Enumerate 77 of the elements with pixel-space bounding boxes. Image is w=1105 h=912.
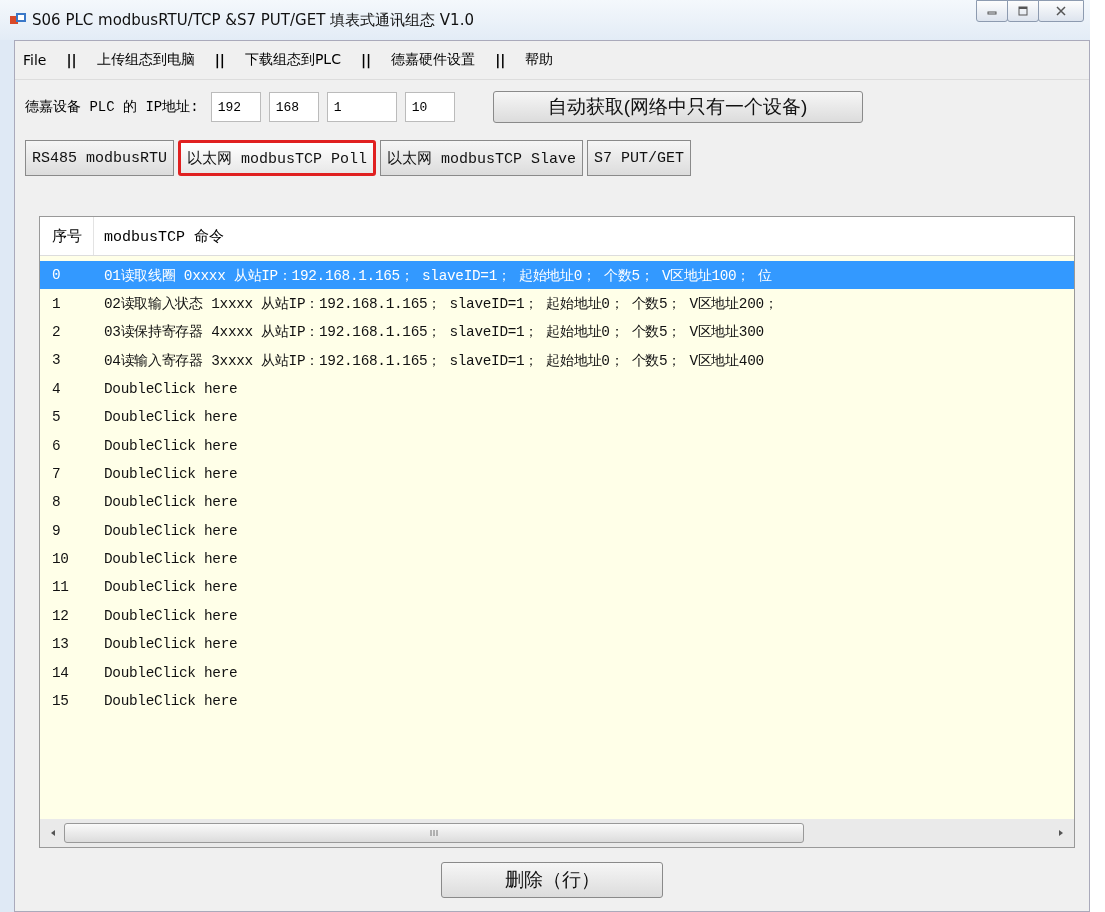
row-index: 12 bbox=[51, 607, 70, 624]
close-icon bbox=[1055, 6, 1067, 16]
list-row[interactable]: 6 DoubleClick here bbox=[40, 431, 1074, 460]
row-command: DoubleClick here bbox=[103, 693, 238, 710]
row-index: 13 bbox=[51, 636, 70, 653]
row-command: DoubleClick here bbox=[103, 494, 238, 511]
menu-item[interactable]: 德嘉硬件设置 bbox=[391, 51, 476, 69]
row-index: 9 bbox=[51, 522, 62, 539]
menu-item[interactable]: 上传组态到电脑 bbox=[96, 51, 195, 69]
list-row[interactable]: 11 DoubleClick here bbox=[40, 573, 1074, 602]
list-row[interactable]: 5 DoubleClick here bbox=[40, 402, 1074, 432]
row-index: 5 bbox=[51, 409, 62, 426]
protocol-tab[interactable]: S7 PUT/GET bbox=[587, 140, 692, 176]
list-row[interactable]: 14 DoubleClick here bbox=[40, 658, 1074, 687]
row-command: DoubleClick here bbox=[103, 607, 238, 624]
grip-icon bbox=[428, 829, 439, 837]
horizontal-scrollbar[interactable] bbox=[40, 819, 1074, 847]
row-index: 8 bbox=[51, 494, 62, 511]
menu-item[interactable]: 帮助 bbox=[525, 51, 554, 69]
row-index: 2 bbox=[51, 323, 62, 340]
protocol-tab[interactable]: RS485 modbusRTU bbox=[25, 140, 175, 176]
row-index: 11 bbox=[51, 579, 70, 596]
row-command: 03读保持寄存器 4xxxx 从站IP：192.168.1.165； slaveID=1； 起始地址0； 个数5； V区地址300 bbox=[103, 323, 764, 342]
column-header[interactable]: modbusTCP 命令 bbox=[94, 217, 224, 255]
row-index: 0 bbox=[51, 267, 62, 284]
delete-row-button[interactable]: 删除（行） bbox=[441, 862, 663, 898]
list-row[interactable]: 12 DoubleClick here bbox=[40, 601, 1074, 631]
row-index: 15 bbox=[51, 693, 70, 710]
scrollbar-thumb[interactable] bbox=[64, 823, 804, 843]
row-index: 14 bbox=[51, 664, 70, 681]
row-command: DoubleClick here bbox=[103, 380, 238, 397]
ip-label: 德嘉设备 PLC 的 IP地址: bbox=[25, 98, 199, 116]
row-command: 04读输入寄存器 3xxxx 从站IP：192.168.1.165； slaveID=1； 起始地址0； 个数5； V区地址400 bbox=[103, 351, 764, 370]
list-row[interactable]: 15 DoubleClick here bbox=[40, 686, 1074, 716]
row-command: DoubleClick here bbox=[103, 465, 238, 482]
row-command: 01读取线圈 0xxxx 从站IP：192.168.1.165； slaveID=1； 起始地址0； 个数5； V区地址100； 位 bbox=[103, 266, 773, 285]
list-row[interactable]: 8 DoubleClick here bbox=[40, 488, 1074, 517]
app-icon bbox=[10, 13, 26, 27]
list-row[interactable]: 10 DoubleClick here bbox=[40, 544, 1074, 574]
row-command: DoubleClick here bbox=[103, 664, 238, 681]
list-row[interactable]: 4 DoubleClick here bbox=[40, 374, 1074, 403]
menu-separator: || bbox=[495, 52, 506, 68]
protocol-tab[interactable]: 以太网 modbusTCP Poll bbox=[178, 140, 377, 176]
protocol-tab[interactable]: 以太网 modbusTCP Slave bbox=[380, 140, 584, 176]
ip-octet-field[interactable]: 192 bbox=[210, 92, 261, 122]
row-command: DoubleClick here bbox=[103, 551, 238, 568]
row-command: 02读取输入状态 1xxxx 从站IP：192.168.1.165； slaveID=1； 起始地址0； 个数5； V区地址200； bbox=[103, 295, 778, 314]
list-row[interactable]: 7 DoubleClick here bbox=[40, 459, 1074, 489]
row-command: DoubleClick here bbox=[103, 437, 238, 454]
column-header[interactable]: 序号 bbox=[40, 217, 94, 255]
row-index: 10 bbox=[51, 551, 70, 568]
menu-item[interactable]: File bbox=[23, 52, 47, 68]
menu-separator: || bbox=[360, 52, 372, 68]
ip-octet-field[interactable]: 168 bbox=[268, 92, 319, 122]
list-row[interactable]: 2 03读保持寄存器 4xxxx 从站IP：192.168.1.165； slaveID=1； 起始地址0； 个数5； V区地址300 bbox=[40, 317, 1074, 347]
row-command: DoubleClick here bbox=[103, 409, 238, 426]
menu-separator: || bbox=[214, 52, 225, 68]
row-index: 4 bbox=[51, 380, 62, 397]
row-command: DoubleClick here bbox=[103, 579, 238, 596]
maximize-icon bbox=[1017, 6, 1029, 16]
window-title: S06 PLC modbusRTU/TCP &S7 PUT/GET 填表式通讯组态 V1.0 bbox=[32, 10, 474, 30]
row-command: DoubleClick here bbox=[103, 522, 238, 539]
ip-octet-field[interactable]: 1 bbox=[326, 92, 397, 122]
maximize-button[interactable] bbox=[1007, 0, 1039, 22]
row-index: 1 bbox=[51, 295, 62, 312]
row-index: 7 bbox=[51, 465, 62, 482]
row-command: DoubleClick here bbox=[103, 636, 238, 653]
list-row[interactable]: 3 04读输入寄存器 3xxxx 从站IP：192.168.1.165； slaveID=1； 起始地址0； 个数5； V区地址400 bbox=[40, 346, 1074, 375]
row-index: 6 bbox=[51, 437, 62, 454]
auto-detect-button[interactable]: 自动获取(网络中只有一个设备) bbox=[492, 91, 863, 123]
menu-separator: || bbox=[66, 52, 77, 68]
list-row[interactable]: 1 02读取输入状态 1xxxx 从站IP：192.168.1.165； slaveID=1； 起始地址0； 个数5； V区地址200； bbox=[40, 289, 1074, 318]
list-row[interactable]: 9 DoubleClick here bbox=[40, 516, 1074, 545]
menu-item[interactable]: 下载组态到PLC bbox=[244, 51, 341, 69]
list-row[interactable]: 13 DoubleClick here bbox=[40, 630, 1074, 659]
row-index: 3 bbox=[51, 352, 62, 369]
ip-octet-field[interactable]: 10 bbox=[404, 92, 455, 122]
